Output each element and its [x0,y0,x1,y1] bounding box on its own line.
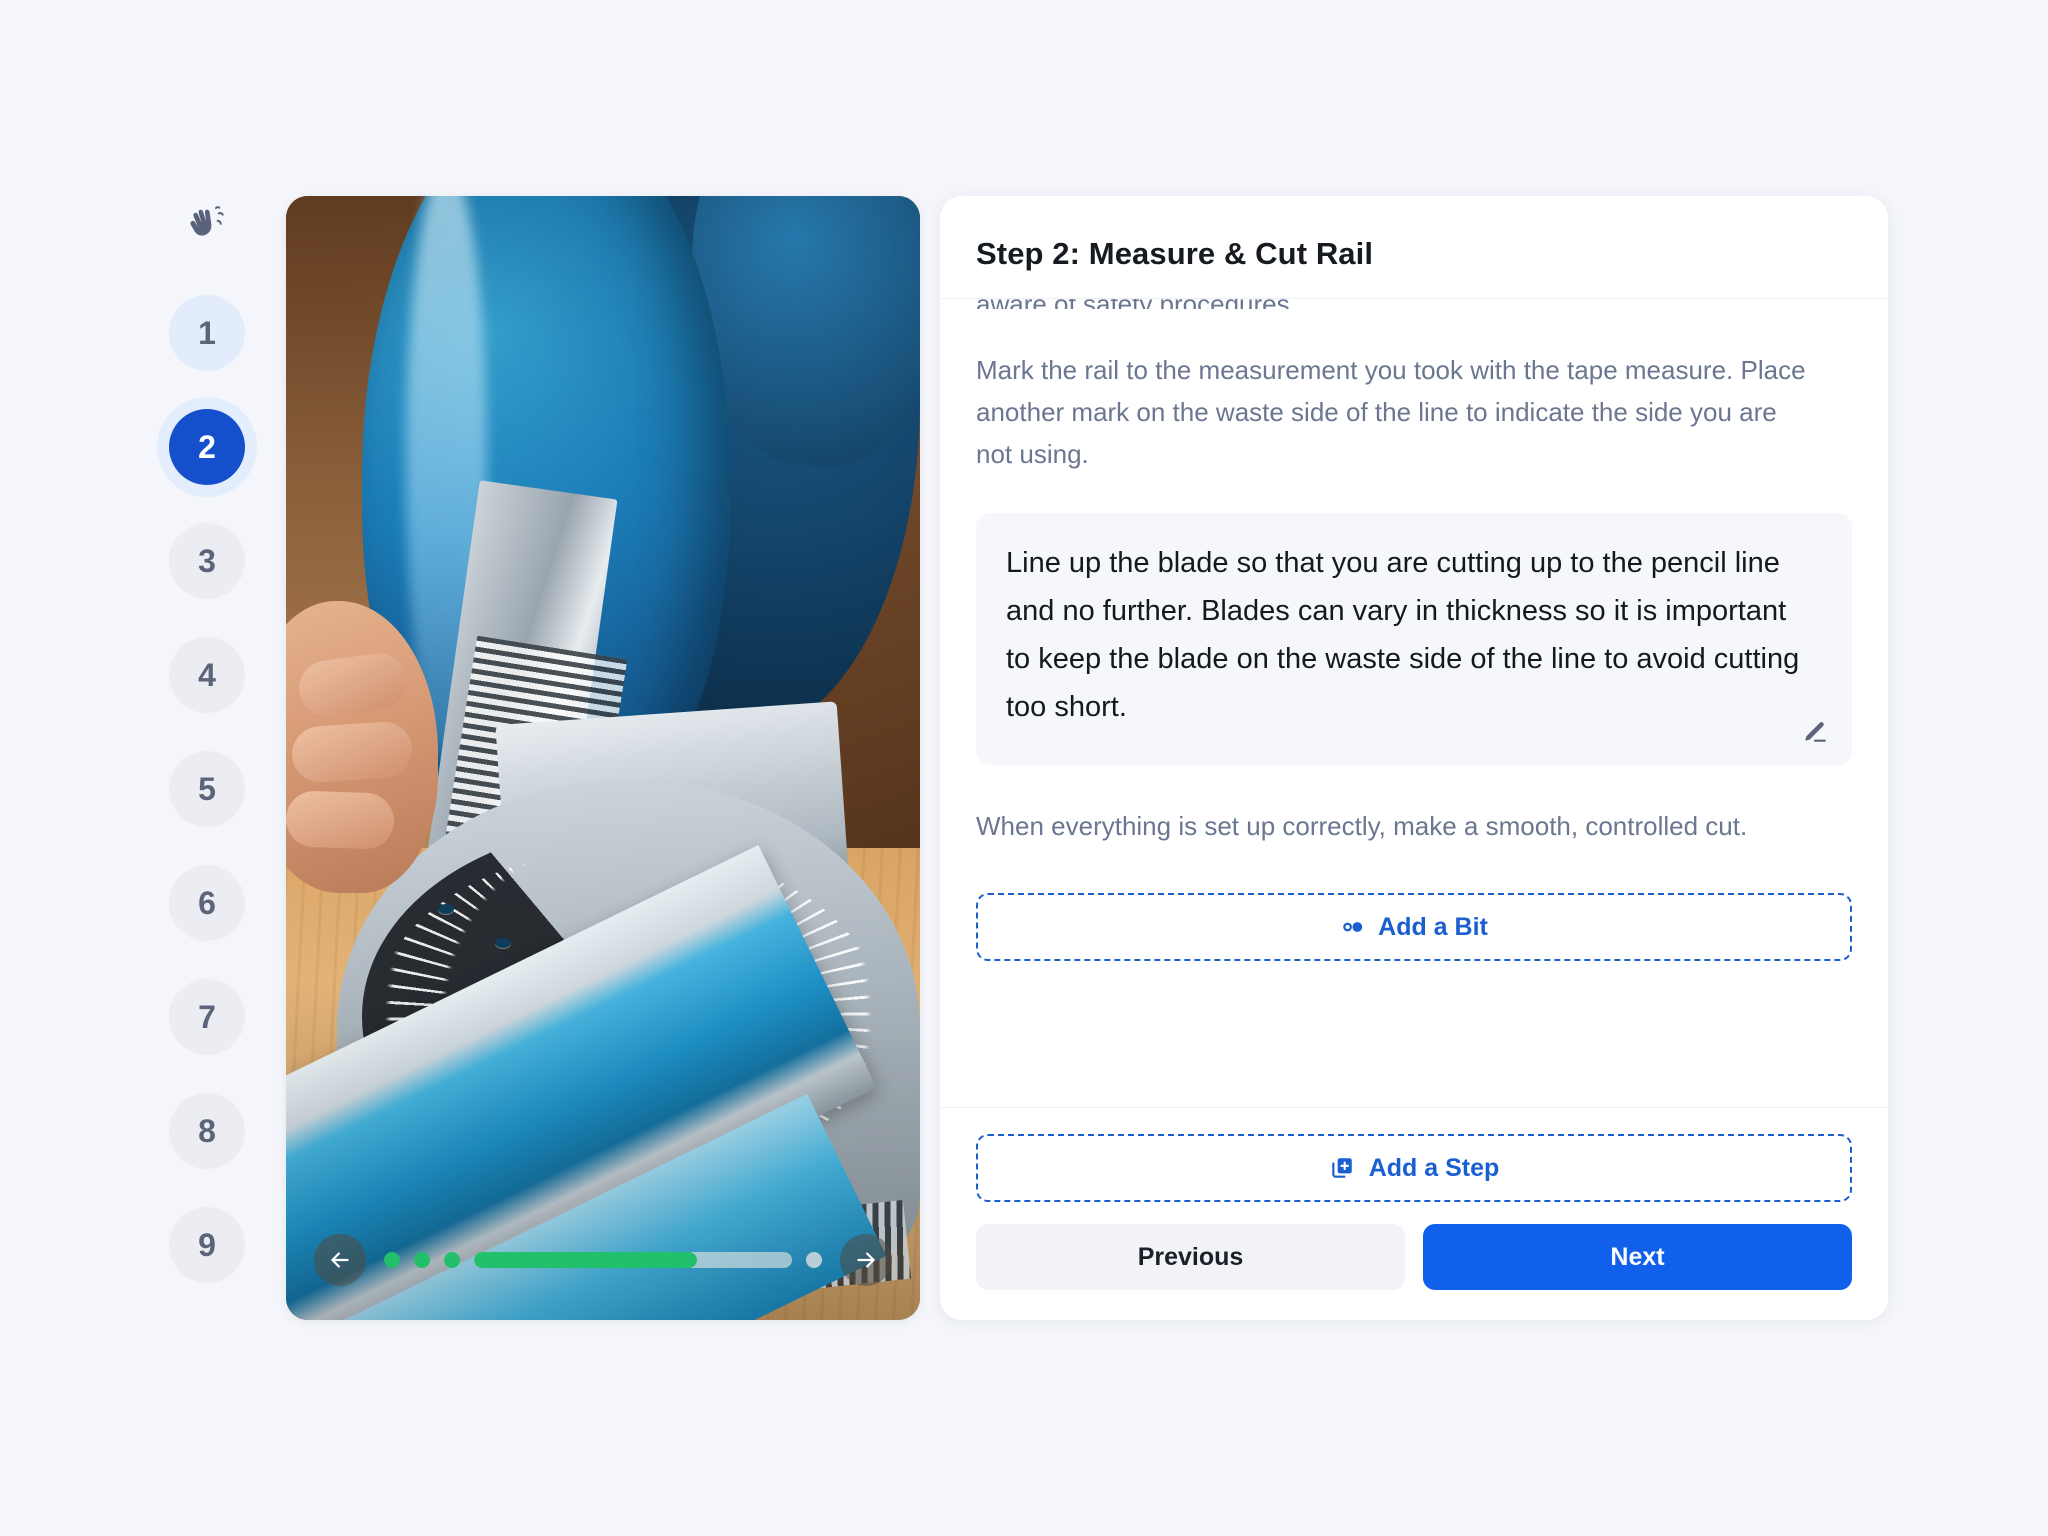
sidebar-step-5[interactable]: 5 [169,751,245,827]
step-sidebar: 1 2 3 4 5 6 7 8 9 [152,195,262,1321]
add-card-icon [1329,1155,1355,1181]
sidebar-step-label: 5 [198,770,216,807]
add-step-button[interactable]: Add a Step [976,1134,1852,1202]
next-button[interactable]: Next [1423,1224,1852,1290]
sidebar-step-label: 1 [198,314,216,351]
add-bit-label: Add a Bit [1378,912,1488,941]
add-step-label: Add a Step [1368,1153,1500,1182]
carousel-segment-dot[interactable] [806,1252,822,1268]
app-root: 1 2 3 4 5 6 7 8 9 Step 2: Measure & Cut … [0,0,2048,1536]
highlighted-bit-text: Line up the blade so that you are cuttin… [1006,547,1800,723]
highlighted-bit[interactable]: Line up the blade so that you are cuttin… [976,513,1852,765]
carousel-progress-track [380,1252,826,1268]
step-media-panel[interactable]: 30 31.6 45 60 [286,196,920,1320]
carousel-segment-dot[interactable] [444,1252,460,1268]
sidebar-step-label: 8 [198,1112,216,1149]
sidebar-step-label: 9 [198,1226,216,1263]
paragraph-one: Mark the rail to the measurement you too… [976,355,1806,469]
step-content-card: Step 2: Measure & Cut Rail aware of safe… [940,196,1888,1320]
sidebar-step-label: 4 [198,656,216,693]
miter-saw-photo: 30 31.6 45 60 [286,196,920,1320]
carousel-segment-bar[interactable] [474,1252,792,1268]
sidebar-step-8[interactable]: 8 [169,1093,245,1169]
carousel-segment-dot[interactable] [414,1252,430,1268]
sidebar-step-2[interactable]: 2 [169,409,245,485]
step-navigation: Previous Next [976,1224,1852,1290]
clipped-previous-text: aware of safety procedures. [976,299,1852,309]
add-bit-button[interactable]: Add a Bit [976,893,1852,961]
arrow-right-icon[interactable] [840,1234,892,1286]
card-footer: Add a Step Previous Next [940,1107,1888,1320]
sidebar-step-label: 2 [198,428,216,465]
clapping-hands-icon [180,195,234,249]
bit-dot-icon [1340,914,1366,940]
sidebar-step-label: 3 [198,542,216,579]
pencil-icon[interactable] [1796,713,1834,751]
sidebar-step-6[interactable]: 6 [169,865,245,941]
media-carousel [286,1234,920,1286]
sidebar-step-7[interactable]: 7 [169,979,245,1055]
paragraph-two: When everything is set up correctly, mak… [976,811,1748,841]
sidebar-step-1[interactable]: 1 [169,295,245,371]
card-header: Step 2: Measure & Cut Rail [940,196,1888,299]
carousel-segment-dot[interactable] [384,1252,400,1268]
arrow-left-icon[interactable] [314,1234,366,1286]
sidebar-step-label: 7 [198,998,216,1035]
sidebar-step-label: 6 [198,884,216,921]
sidebar-step-4[interactable]: 4 [169,637,245,713]
page-title: Step 2: Measure & Cut Rail [976,236,1374,271]
previous-button[interactable]: Previous [976,1224,1405,1290]
sidebar-step-3[interactable]: 3 [169,523,245,599]
card-scroll-body[interactable]: aware of safety procedures. Mark the rai… [940,299,1888,1107]
sidebar-step-9[interactable]: 9 [169,1207,245,1283]
